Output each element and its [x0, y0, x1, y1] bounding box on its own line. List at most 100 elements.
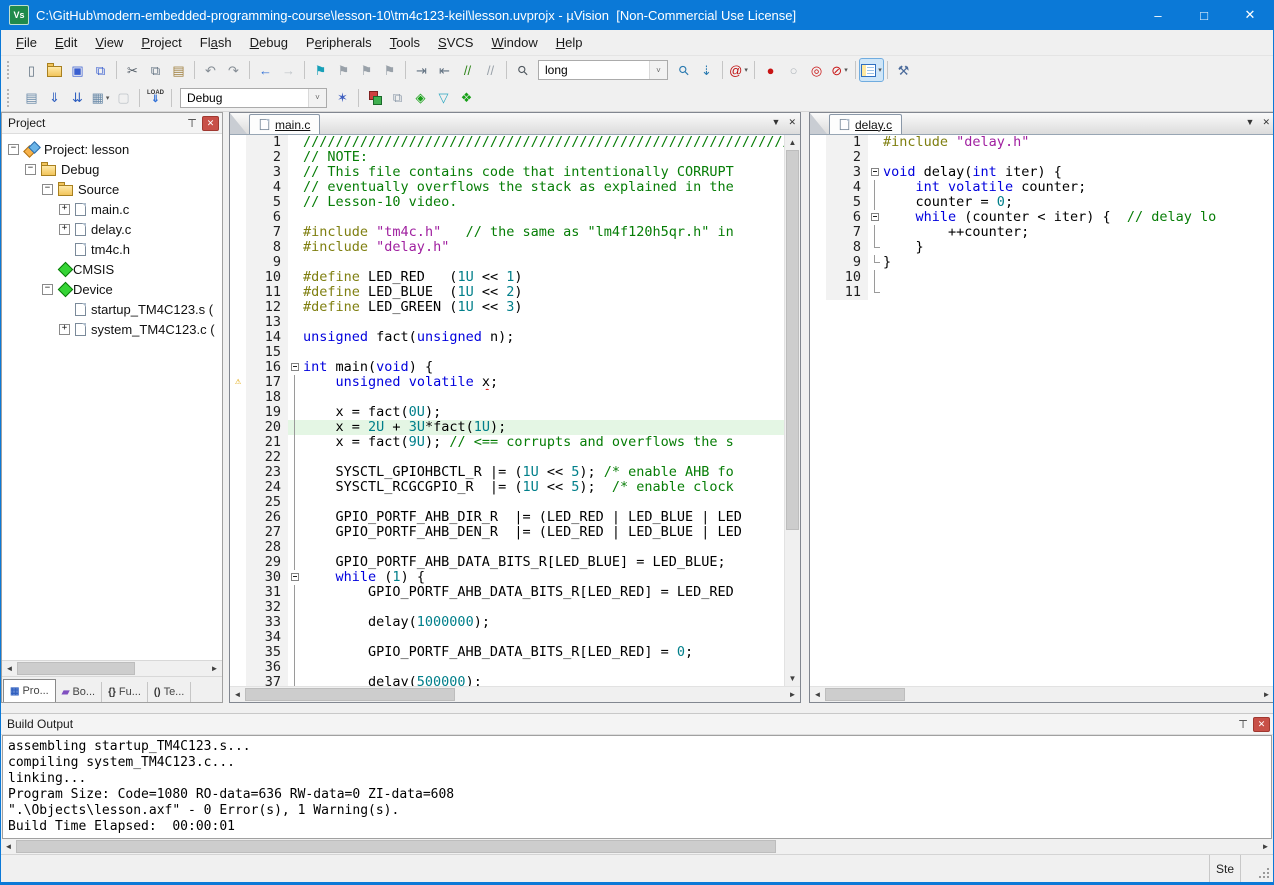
tab-delay-c[interactable]: delay.c	[829, 114, 902, 134]
configure-wrench-button[interactable]: ⚒	[892, 59, 915, 81]
scroll-left-icon[interactable]: ◄	[1, 839, 16, 854]
project-hscrollbar[interactable]: ◄ ►	[2, 660, 222, 676]
toolbar-grip[interactable]	[7, 89, 13, 107]
save-all-button[interactable]: ⧉	[89, 59, 112, 81]
download-button[interactable]: LOAD⇓	[144, 87, 167, 109]
copy-button[interactable]: ⧉	[144, 59, 167, 81]
tab-list-dropdown-icon[interactable]: ▼	[772, 117, 781, 128]
mark-occurrences-button[interactable]: @▾	[727, 59, 750, 81]
tree-item-project-lesson[interactable]: −Project: lesson	[2, 139, 222, 159]
editor-vscrollbar[interactable]: ▲ ▼	[784, 135, 800, 686]
tree-item-debug[interactable]: −Debug	[2, 159, 222, 179]
select-target-combo-dropdown-icon[interactable]: ˅	[308, 89, 326, 107]
tab-books[interactable]: ▰Bo...	[56, 682, 102, 702]
vertical-splitter[interactable]	[801, 112, 809, 703]
manage-project-items-button[interactable]: ◈	[409, 87, 432, 109]
build-log[interactable]: assembling startup_TM4C123.s...compiling…	[2, 735, 1272, 839]
pin-icon[interactable]: ⊤	[184, 117, 200, 130]
tab-templates[interactable]: ()Te...	[148, 682, 191, 702]
expander-icon[interactable]: +	[59, 204, 70, 215]
comment-button[interactable]: //	[456, 59, 479, 81]
expander-icon[interactable]: −	[25, 164, 36, 175]
scroll-right-icon[interactable]: ►	[1259, 687, 1274, 702]
menu-tools[interactable]: Tools	[381, 32, 429, 53]
tree-item-source[interactable]: −Source	[2, 179, 222, 199]
cut-button[interactable]: ✂	[121, 59, 144, 81]
paste-button[interactable]: ▤	[167, 59, 190, 81]
translate-file-button[interactable]: ▤	[20, 87, 43, 109]
scroll-left-icon[interactable]: ◄	[230, 687, 245, 702]
expander-icon[interactable]: +	[59, 224, 70, 235]
tree-item-device[interactable]: −Device	[2, 279, 222, 299]
build-button[interactable]: ⇓	[43, 87, 66, 109]
dropdown-arrow-icon[interactable]: ▾	[878, 66, 882, 74]
clear-bookmarks-button[interactable]: ⚑	[378, 59, 401, 81]
select-software-packs-button[interactable]: ▽	[432, 87, 455, 109]
scroll-down-icon[interactable]: ▼	[785, 671, 800, 686]
fold-marker[interactable]	[868, 210, 883, 225]
debug-windows-button[interactable]: ▾	[860, 59, 883, 81]
toolbar-grip[interactable]	[7, 61, 13, 79]
expander-icon[interactable]: +	[59, 324, 70, 335]
fold-marker[interactable]	[288, 570, 303, 585]
indent-button[interactable]: ⇥	[410, 59, 433, 81]
pack-installer-button[interactable]: ❖	[455, 87, 478, 109]
find-text-combo[interactable]: long˅	[538, 60, 668, 80]
maximize-button[interactable]: □	[1181, 0, 1227, 30]
build-hscrollbar[interactable]: ◄ ►	[1, 839, 1273, 854]
kill-all-breakpoints-button[interactable]: ⊘▾	[828, 59, 851, 81]
navigate-back-button[interactable]: ←	[254, 59, 277, 81]
menu-view[interactable]: View	[86, 32, 132, 53]
menu-flash[interactable]: Flash	[191, 32, 241, 53]
tab-project[interactable]: ▦Pro...	[3, 679, 56, 702]
incremental-find-button[interactable]: ⇣	[695, 59, 718, 81]
menu-peripherals[interactable]: Peripherals	[297, 32, 381, 53]
close-button[interactable]: ✕	[1227, 0, 1273, 30]
select-target-combo[interactable]: Debug˅	[180, 88, 327, 108]
disable-all-breakpoints-button[interactable]: ◎	[805, 59, 828, 81]
scroll-right-icon[interactable]: ►	[1258, 839, 1273, 854]
enable-breakpoint-button[interactable]: ○	[782, 59, 805, 81]
menu-file[interactable]: File	[7, 32, 46, 53]
next-bookmark-button[interactable]: ⚑	[332, 59, 355, 81]
find-in-files-button[interactable]: ⚲	[511, 59, 534, 81]
tree-item-delay-c[interactable]: +delay.c	[2, 219, 222, 239]
scroll-right-icon[interactable]: ►	[785, 687, 800, 702]
expander-icon[interactable]: −	[8, 144, 19, 155]
scroll-thumb[interactable]	[16, 840, 776, 853]
manage-rte-button[interactable]	[363, 87, 386, 109]
find-text-combo-dropdown-icon[interactable]: ˅	[649, 61, 667, 79]
tree-item-tm4c-h[interactable]: tm4c.h	[2, 239, 222, 259]
save-button[interactable]: ▣	[66, 59, 89, 81]
menu-project[interactable]: Project	[132, 32, 190, 53]
tree-item-cmsis[interactable]: CMSIS	[2, 259, 222, 279]
tree-item-system-tm4c123-c[interactable]: +system_TM4C123.c (	[2, 319, 222, 339]
stop-build-button[interactable]: ▢	[112, 87, 135, 109]
scroll-thumb[interactable]	[825, 688, 905, 701]
scroll-left-icon[interactable]: ◄	[810, 687, 825, 702]
editor-hscrollbar[interactable]: ◄ ►	[810, 686, 1274, 702]
options-for-target-button[interactable]: ✶	[331, 87, 354, 109]
prev-bookmark-button[interactable]: ⚑	[355, 59, 378, 81]
undo-button[interactable]: ↶	[199, 59, 222, 81]
toggle-bookmark-button[interactable]: ⚑	[309, 59, 332, 81]
scroll-up-icon[interactable]: ▲	[785, 135, 800, 150]
scroll-thumb[interactable]	[786, 150, 799, 530]
fold-marker[interactable]	[868, 165, 883, 180]
code-area-delay[interactable]: 1#include "delay.h"23void delay(int iter…	[810, 135, 1274, 686]
editor-hscrollbar[interactable]: ◄ ►	[230, 686, 800, 702]
redo-button[interactable]: ↷	[222, 59, 245, 81]
minimize-button[interactable]: –	[1135, 0, 1181, 30]
menu-help[interactable]: Help	[547, 32, 592, 53]
insert-breakpoint-button[interactable]: ●	[759, 59, 782, 81]
pin-icon[interactable]: ⊤	[1235, 718, 1251, 731]
rebuild-all-button[interactable]: ⇊	[66, 87, 89, 109]
close-document-icon[interactable]: ✕	[1262, 117, 1270, 128]
project-close-button[interactable]: ✕	[202, 116, 219, 131]
dropdown-arrow-icon[interactable]: ▾	[106, 94, 110, 102]
build-output-close-button[interactable]: ✕	[1253, 717, 1270, 732]
scroll-thumb[interactable]	[245, 688, 455, 701]
tab-main-c[interactable]: main.c	[249, 114, 320, 134]
scroll-right-icon[interactable]: ►	[207, 661, 222, 676]
open-file-button[interactable]	[43, 59, 66, 81]
